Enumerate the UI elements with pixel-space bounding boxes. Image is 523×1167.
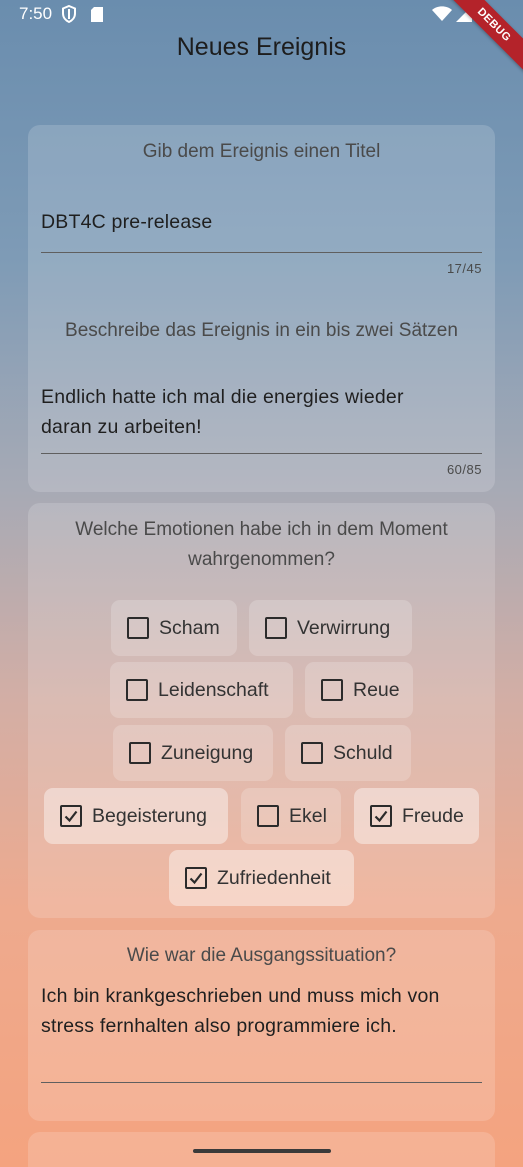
situation-line-1: Ich bin krankgeschrieben und muss mich v… bbox=[41, 985, 440, 1007]
status-time: 7:50 bbox=[19, 4, 53, 23]
chip-label: Leidenschaft bbox=[158, 679, 269, 701]
description-input-underline bbox=[41, 453, 482, 454]
checkbox[interactable] bbox=[129, 742, 151, 764]
chip-label: Scham bbox=[159, 617, 220, 639]
title-counter: 17/45 bbox=[446, 261, 482, 276]
page-title: Neues Ereignis bbox=[176, 33, 347, 61]
emotions-prompt-line-1: Welche Emotionen habe ich in dem Moment bbox=[75, 519, 448, 540]
check-icon bbox=[374, 810, 388, 823]
situation-line-2: stress fernhalten also programmiere ich. bbox=[41, 1015, 397, 1037]
situation-prompt: Wie war die Ausgangssituation? bbox=[126, 945, 397, 966]
checkbox[interactable] bbox=[301, 742, 323, 764]
situation-input-underline bbox=[41, 1082, 482, 1083]
checkbox[interactable] bbox=[257, 805, 279, 827]
title-prompt: Gib dem Ereignis einen Titel bbox=[142, 141, 381, 162]
description-counter: 60/85 bbox=[446, 462, 482, 477]
emotion-chip-begeisterung[interactable]: Begeisterung bbox=[44, 788, 228, 844]
emotion-chip-zufriedenheit[interactable]: Zufriedenheit bbox=[169, 850, 354, 906]
emotion-chip-leidenschaft[interactable]: Leidenschaft bbox=[110, 662, 293, 718]
description-line-1: Endlich hatte ich mal die energies wiede… bbox=[41, 386, 404, 408]
emotion-chip-scham[interactable]: Scham bbox=[111, 600, 237, 656]
checkbox[interactable] bbox=[321, 679, 343, 701]
title-input-underline bbox=[41, 252, 482, 253]
emotion-chip-reue[interactable]: Reue bbox=[305, 662, 413, 718]
emotion-chip-freude[interactable]: Freude bbox=[354, 788, 479, 844]
description-line-2: daran zu arbeiten! bbox=[41, 416, 202, 438]
emotion-chip-verwirrung[interactable]: Verwirrung bbox=[249, 600, 412, 656]
emotion-chip-schuld[interactable]: Schuld bbox=[285, 725, 411, 781]
home-indicator[interactable] bbox=[193, 1149, 331, 1153]
title-input[interactable]: DBT4C pre-release bbox=[41, 207, 481, 237]
wifi-icon bbox=[432, 6, 452, 27]
situation-card: Wie war die Ausgangssituation? Ich bin k… bbox=[28, 930, 495, 1121]
checkbox[interactable] bbox=[127, 617, 149, 639]
checkbox[interactable] bbox=[265, 617, 287, 639]
shield-icon bbox=[61, 4, 77, 28]
description-prompt: Beschreibe das Ereignis in ein bis zwei … bbox=[65, 320, 458, 341]
check-icon bbox=[189, 872, 203, 885]
checkbox-checked[interactable] bbox=[185, 867, 207, 889]
emotion-chip-ekel[interactable]: Ekel bbox=[241, 788, 341, 844]
chip-label: Verwirrung bbox=[297, 617, 391, 639]
event-card: Gib dem Ereignis einen Titel DBT4C pre-r… bbox=[28, 125, 495, 492]
checkbox-checked[interactable] bbox=[60, 805, 82, 827]
emotion-chip-zuneigung[interactable]: Zuneigung bbox=[113, 725, 273, 781]
chip-label: Begeisterung bbox=[92, 805, 207, 827]
chip-label: Freude bbox=[402, 805, 464, 827]
chip-label: Reue bbox=[353, 679, 400, 701]
chip-label: Zuneigung bbox=[161, 742, 254, 764]
chip-label: Schuld bbox=[333, 742, 393, 764]
checkbox-checked[interactable] bbox=[370, 805, 392, 827]
emotions-prompt-line-2: wahrgenommen? bbox=[188, 549, 335, 570]
chip-label: Zufriedenheit bbox=[217, 867, 331, 889]
sd-card-icon bbox=[90, 6, 104, 28]
check-icon bbox=[64, 810, 78, 823]
chip-label: Ekel bbox=[289, 805, 327, 827]
checkbox[interactable] bbox=[126, 679, 148, 701]
status-bar: 7:50 bbox=[0, 0, 523, 30]
